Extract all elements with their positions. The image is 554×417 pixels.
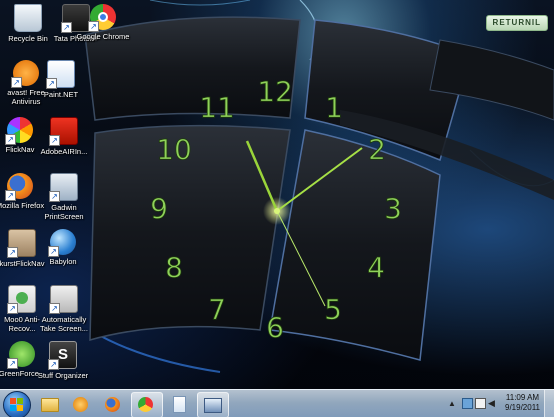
taskbar-explorer-button[interactable] [34,392,64,416]
firefox-icon: ↗ [5,173,33,201]
taskbar-firefox-button[interactable] [98,392,128,416]
desktop-icon-google-chrome[interactable]: ↗ Google Chrome [75,4,131,41]
screenshot-icon [204,398,222,413]
logo-pane-bottom-right [269,129,441,361]
tray-chevron-icon[interactable]: ▲ [448,399,456,408]
desktop-icon-paint-net[interactable]: ↗ Paint.NET [33,60,89,99]
tray-flag-icon[interactable] [475,398,486,409]
clock-number-11: 11 [199,91,235,124]
taskbar: ▲ ◀ 11:09 AM 9/19/2011 [0,389,554,417]
system-tray: ▲ ◀ 11:09 AM 9/19/2011 [444,390,554,417]
babylon-icon: ↗ [48,229,76,257]
desktop-icon-label: Google Chrome [76,32,130,41]
returnil-badge: RETURNIL [485,15,548,31]
firefox-icon [105,397,120,412]
clock-number-9: 9 [150,192,168,225]
taskbar-clock-time: 11:09 AM [505,393,540,402]
desktop-icon-label: Stuff Organizer [37,371,89,380]
desktop-icon-label: AdobeAIRIn... [40,147,88,156]
taskbar-clock-date: 9/19/2011 [505,403,540,412]
chrome-icon: ↗ [88,4,116,32]
notepad-icon [173,396,186,413]
clock-number-10: 10 [156,133,192,166]
desktop-icon-babylon[interactable]: ↗ Babylon [35,229,91,266]
flicknav-icon: ↗ [5,117,33,145]
taskbar-media-player-button[interactable] [66,392,96,416]
clock-number-6: 6 [266,311,284,344]
desktop-icon-adobe-air[interactable]: ↗ AdobeAIRIn... [36,117,92,156]
taskbar-notepad-button[interactable] [164,392,194,416]
desktop-icon-gadwin[interactable]: ↗ Gadwin PrintScreen [36,173,92,221]
desktop-icon-label: Babylon [49,257,77,266]
desktop-icon-auto-screenshot[interactable]: ↗ Automatically Take Screen... [36,285,92,333]
clock-number-7: 7 [208,293,226,326]
adobe-air-icon: ↗ [49,117,78,146]
tray-volume-icon[interactable]: ◀ [488,398,495,409]
folder-icon [41,398,59,412]
clock-number-8: 8 [165,251,183,284]
clock-number-1: 1 [325,91,343,124]
desktop[interactable]: 12 1 2 3 4 5 6 7 8 9 10 11 RETURNIL Recy… [0,0,554,417]
start-button[interactable] [3,391,31,417]
auto-screenshot-icon: ↗ [49,285,78,314]
tray-network-icon[interactable] [462,398,473,409]
media-player-icon [73,397,88,412]
taskbar-clock[interactable]: 11:09 AM 9/19/2011 [505,393,540,413]
clock-number-4: 4 [367,251,385,284]
gadwin-icon: ↗ [49,173,78,202]
clock-number-12: 12 [257,75,293,108]
recycle-bin-icon [14,4,42,32]
kurstflicknav-icon: ↗ [7,229,36,258]
desktop-icon-label: Paint.NET [43,90,79,99]
chrome-icon [138,397,153,412]
greenforce-icon: ↗ [7,341,35,369]
windows-logo-icon [10,398,23,411]
taskbar-chrome-button[interactable] [131,392,163,417]
show-desktop-button[interactable] [544,390,554,417]
desktop-icon-label: Automatically Take Screen... [40,315,88,333]
clock-number-3: 3 [384,192,402,225]
desktop-icon-stuff-organizer[interactable]: S ↗ Stuff Organizer [35,341,91,380]
stuff-organizer-icon: S ↗ [48,341,77,370]
desktop-icon-label: Gadwin PrintScreen [44,203,84,221]
paint-net-icon: ↗ [46,60,75,89]
clock-number-2: 2 [368,133,386,166]
taskbar-screenshot-button[interactable] [197,392,229,417]
clock-number-5: 5 [324,293,342,326]
moo0-icon: ↗ [7,285,36,314]
